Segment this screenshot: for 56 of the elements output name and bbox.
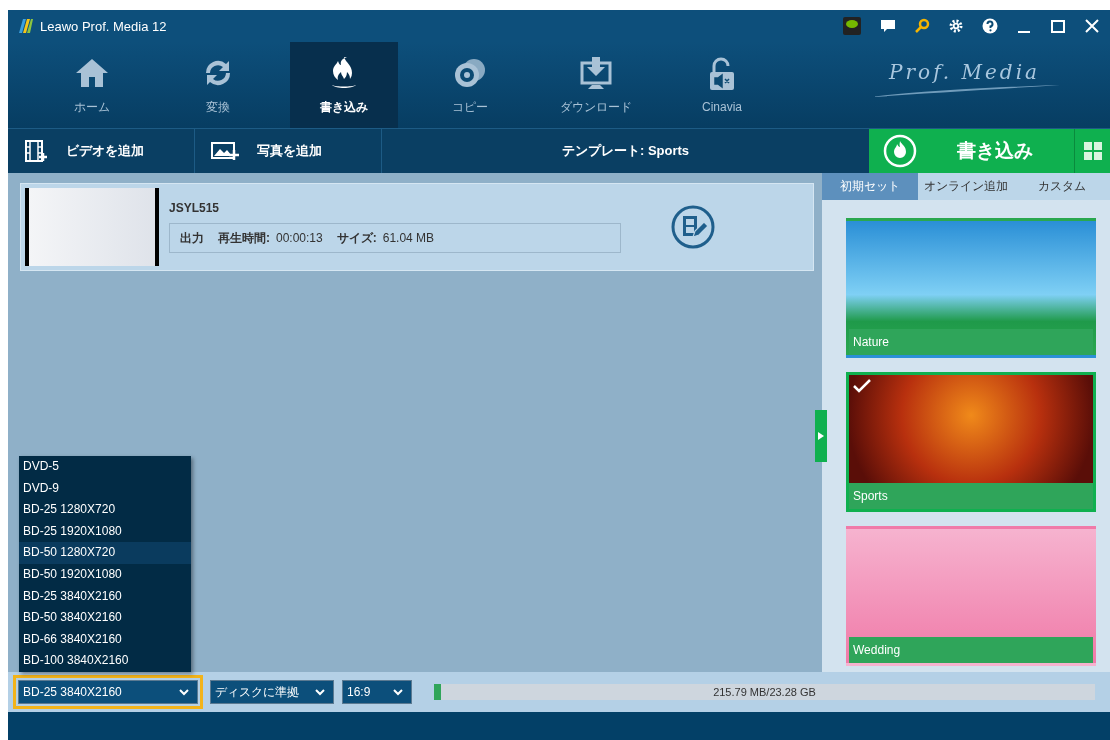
template-name: Nature: [849, 329, 1093, 355]
image-plus-icon: [211, 140, 239, 162]
size-value: 61.04 MB: [382, 231, 435, 245]
key-icon[interactable]: [914, 18, 930, 34]
duration-label: 再生時間:: [218, 229, 270, 247]
nav-tab[interactable]: コピー: [416, 42, 524, 128]
nav-tab[interactable]: 変換: [164, 42, 272, 128]
close-icon[interactable]: [1084, 18, 1100, 34]
chevron-down-icon: [179, 688, 189, 696]
film-plus-icon: [24, 139, 48, 163]
chevron-down-icon: [393, 688, 403, 696]
download-icon: [578, 54, 614, 91]
add-photo-button[interactable]: 写真を追加: [195, 129, 382, 173]
menu-item[interactable]: BD-25 1280X720: [19, 499, 191, 521]
media-title: JSYL515: [169, 201, 221, 215]
grid-icon: [1083, 142, 1102, 160]
expand-panel-button[interactable]: [815, 410, 827, 462]
template-tab[interactable]: オンライン追加: [918, 173, 1014, 200]
app-logo-icon: [18, 18, 34, 34]
settings-icon[interactable]: [948, 18, 964, 34]
template-label: テンプレート: Sports: [561, 142, 690, 160]
template-tab[interactable]: カスタム: [1014, 173, 1110, 200]
template-name: Sports: [849, 483, 1093, 509]
add-video-button[interactable]: ビデオを追加: [8, 129, 195, 173]
help-icon[interactable]: [982, 18, 998, 34]
menu-item[interactable]: BD-50 1920X1080: [19, 564, 191, 586]
nav-tab[interactable]: Cinavia: [668, 42, 776, 128]
brand-wordmark: Prof. Media: [889, 60, 1040, 84]
duration-value: 00:00:13: [276, 231, 323, 245]
menu-item[interactable]: DVD-9: [19, 477, 191, 500]
nav-tab[interactable]: ダウンロード: [542, 42, 650, 128]
flame-icon: [883, 134, 917, 168]
output-label: 出力: [180, 229, 204, 247]
nav-tab[interactable]: 書き込み: [290, 42, 398, 128]
quality-dropdown[interactable]: ディスクに準拠: [210, 680, 334, 704]
maximize-icon[interactable]: [1050, 18, 1066, 34]
window-title: Leawo Prof. Media 12: [40, 18, 167, 34]
nav-tab[interactable]: ホーム: [38, 42, 146, 128]
chat-icon[interactable]: [880, 18, 896, 34]
menu-item[interactable]: BD-25 1920X1080: [19, 520, 191, 543]
menu-item[interactable]: BD-100 3840X2160: [19, 650, 191, 672]
menu-item[interactable]: BD-50 3840X2160: [19, 607, 191, 629]
aspect-ratio-dropdown[interactable]: 16:9: [342, 680, 412, 704]
menu-item[interactable]: BD-50 1280X720: [19, 542, 191, 565]
menu-item[interactable]: BD-25 3840X2160: [19, 585, 191, 608]
check-icon: [853, 379, 871, 393]
grid-view-button[interactable]: [1074, 129, 1110, 173]
caret-icon: [818, 432, 824, 440]
disc-usage-text: 215.79 MB/23.28 GB: [713, 686, 816, 698]
template-name: Wedding: [849, 637, 1093, 663]
media-card[interactable]: JSYL515 出力 再生時間: 00:00:13 サイズ: 61.04 MB: [20, 183, 814, 271]
menu-item[interactable]: BD-66 3840X2160: [19, 628, 191, 651]
size-label: サイズ:: [336, 229, 377, 247]
chevron-down-icon: [315, 688, 325, 696]
menu-item[interactable]: DVD-5: [19, 456, 191, 478]
film-edit-icon[interactable]: [671, 205, 715, 249]
